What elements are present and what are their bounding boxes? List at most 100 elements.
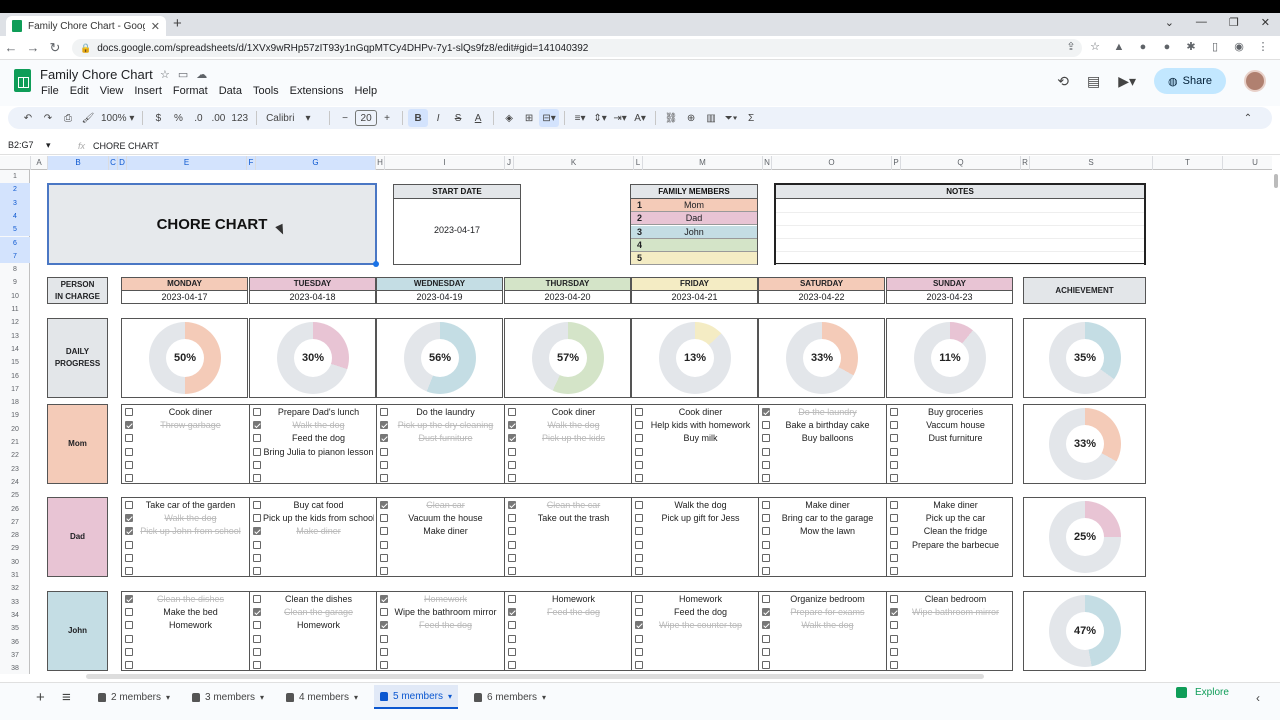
row-header[interactable]: 27 [0,516,30,529]
history-icon[interactable]: ⟲ [1057,73,1069,90]
browser-menu-icon[interactable]: ⋮ [1256,40,1270,54]
task-checkbox[interactable] [380,527,388,536]
drive-extension-icon[interactable]: ▲ [1112,40,1126,54]
task-checkbox[interactable] [762,634,770,643]
column-header[interactable]: A [31,156,48,170]
family-member-row[interactable]: 5 [631,252,757,266]
bookmark-star-icon[interactable]: ☆ [1088,40,1102,54]
task-checkbox[interactable] [380,421,388,430]
task-checkbox[interactable] [253,567,261,575]
row-header[interactable]: 5 [0,223,30,237]
task-text[interactable]: Cook diner [135,407,246,417]
task-checkbox[interactable] [125,608,133,617]
task-text[interactable]: Wipe the counter top [645,620,756,630]
task-text[interactable]: Pick up the dry cleaning [390,420,501,430]
task-checkbox[interactable] [762,460,770,469]
task-checkbox[interactable] [380,434,388,443]
column-header[interactable]: R [1021,156,1030,170]
task-text[interactable]: Pick up gift for Jess [645,513,756,523]
close-tab-icon[interactable]: ✕ [151,20,160,33]
pinterest-extension-icon[interactable]: ● [1136,40,1150,54]
task-checkbox[interactable] [125,514,133,523]
task-checkbox[interactable] [890,661,898,669]
zoom-select[interactable]: 100% ▾ [98,109,137,127]
task-checkbox[interactable] [253,460,261,469]
row-header[interactable]: 16 [0,370,30,383]
task-checkbox[interactable] [380,540,388,549]
column-header[interactable]: C [109,156,118,170]
task-text[interactable]: Prepare for exams [772,607,883,617]
task-text[interactable]: Make diner [390,526,501,536]
task-checkbox[interactable] [762,421,770,430]
task-checkbox[interactable] [762,595,770,603]
task-checkbox[interactable] [762,608,770,617]
undo-icon[interactable]: ↶ [18,109,38,127]
task-checkbox[interactable] [253,553,261,562]
increase-font-size-icon[interactable]: + [377,109,397,127]
column-header[interactable]: L [634,156,643,170]
borders-icon[interactable]: ⊞ [519,109,539,127]
task-checkbox[interactable] [635,567,643,575]
task-text[interactable]: Wipe bathroom mirror [900,607,1011,617]
task-text[interactable]: Homework [390,594,501,604]
task-text[interactable]: Buy balloons [772,433,883,443]
task-text[interactable]: Feed the dog [645,607,756,617]
task-text[interactable]: Dust furniture [900,433,1011,443]
task-checkbox[interactable] [635,527,643,536]
currency-format-button[interactable]: $ [148,109,168,127]
extension-icon[interactable]: ● [1160,40,1174,54]
task-checkbox[interactable] [253,514,261,523]
paint-format-icon[interactable]: 🖌 [78,109,98,127]
task-checkbox[interactable] [635,460,643,469]
row-header[interactable]: 3 [0,196,30,210]
task-checkbox[interactable] [380,514,388,523]
task-checkbox[interactable] [890,608,898,617]
task-text[interactable]: Walk the dog [135,513,246,523]
new-tab-icon[interactable]: + [173,15,182,32]
selection-handle[interactable] [373,261,379,267]
row-header[interactable]: 17 [0,383,30,396]
task-text[interactable]: Bake a birthday cake [772,420,883,430]
task-text[interactable]: Help kids with homework [645,420,756,430]
task-checkbox[interactable] [380,447,388,456]
task-checkbox[interactable] [253,661,261,669]
back-icon[interactable]: ← [0,40,22,55]
family-member-row[interactable]: 2 Dad [631,212,757,226]
dropdown-arrow-icon[interactable]: ▾ [260,693,264,702]
task-checkbox[interactable] [508,553,516,562]
task-text[interactable]: Make diner [263,526,374,536]
task-checkbox[interactable] [635,634,643,643]
column-header[interactable]: G [256,156,376,170]
task-checkbox[interactable] [635,647,643,656]
task-checkbox[interactable] [508,474,516,482]
menu-data[interactable]: Data [219,85,242,97]
close-window-icon[interactable]: ✕ [1261,16,1270,29]
task-checkbox[interactable] [762,540,770,549]
task-checkbox[interactable] [762,553,770,562]
column-header[interactable]: I [385,156,505,170]
task-checkbox[interactable] [253,447,261,456]
column-header[interactable]: O [772,156,892,170]
sheet-tab[interactable]: 4 members ▾ [280,685,364,709]
start-date-value[interactable]: 2023-04-17 [394,225,520,235]
insert-comment-icon[interactable]: ⊕ [681,109,701,127]
name-box[interactable]: B2:G7 ▾ [0,140,64,151]
task-checkbox[interactable] [890,634,898,643]
task-checkbox[interactable] [508,501,516,509]
sheet-grid[interactable]: CHORE CHART START DATE 2023-04-17 FAMILY… [31,170,1272,674]
task-checkbox[interactable] [508,434,516,443]
italic-button[interactable]: I [428,109,448,127]
row-header[interactable]: 11 [0,303,30,316]
redo-icon[interactable]: ↷ [38,109,58,127]
task-checkbox[interactable] [125,408,133,416]
task-checkbox[interactable] [253,474,261,482]
side-panel-toggle-icon[interactable]: ‹ [1256,691,1260,705]
row-header[interactable]: 2 [0,183,30,197]
task-text[interactable]: Prepare Dad's lunch [263,407,374,417]
row-header[interactable]: 28 [0,529,30,542]
task-checkbox[interactable] [253,608,261,617]
task-checkbox[interactable] [762,474,770,482]
menu-format[interactable]: Format [173,85,208,97]
tab-search-icon[interactable]: ⌄ [1165,16,1174,29]
row-header[interactable]: 6 [0,236,30,250]
